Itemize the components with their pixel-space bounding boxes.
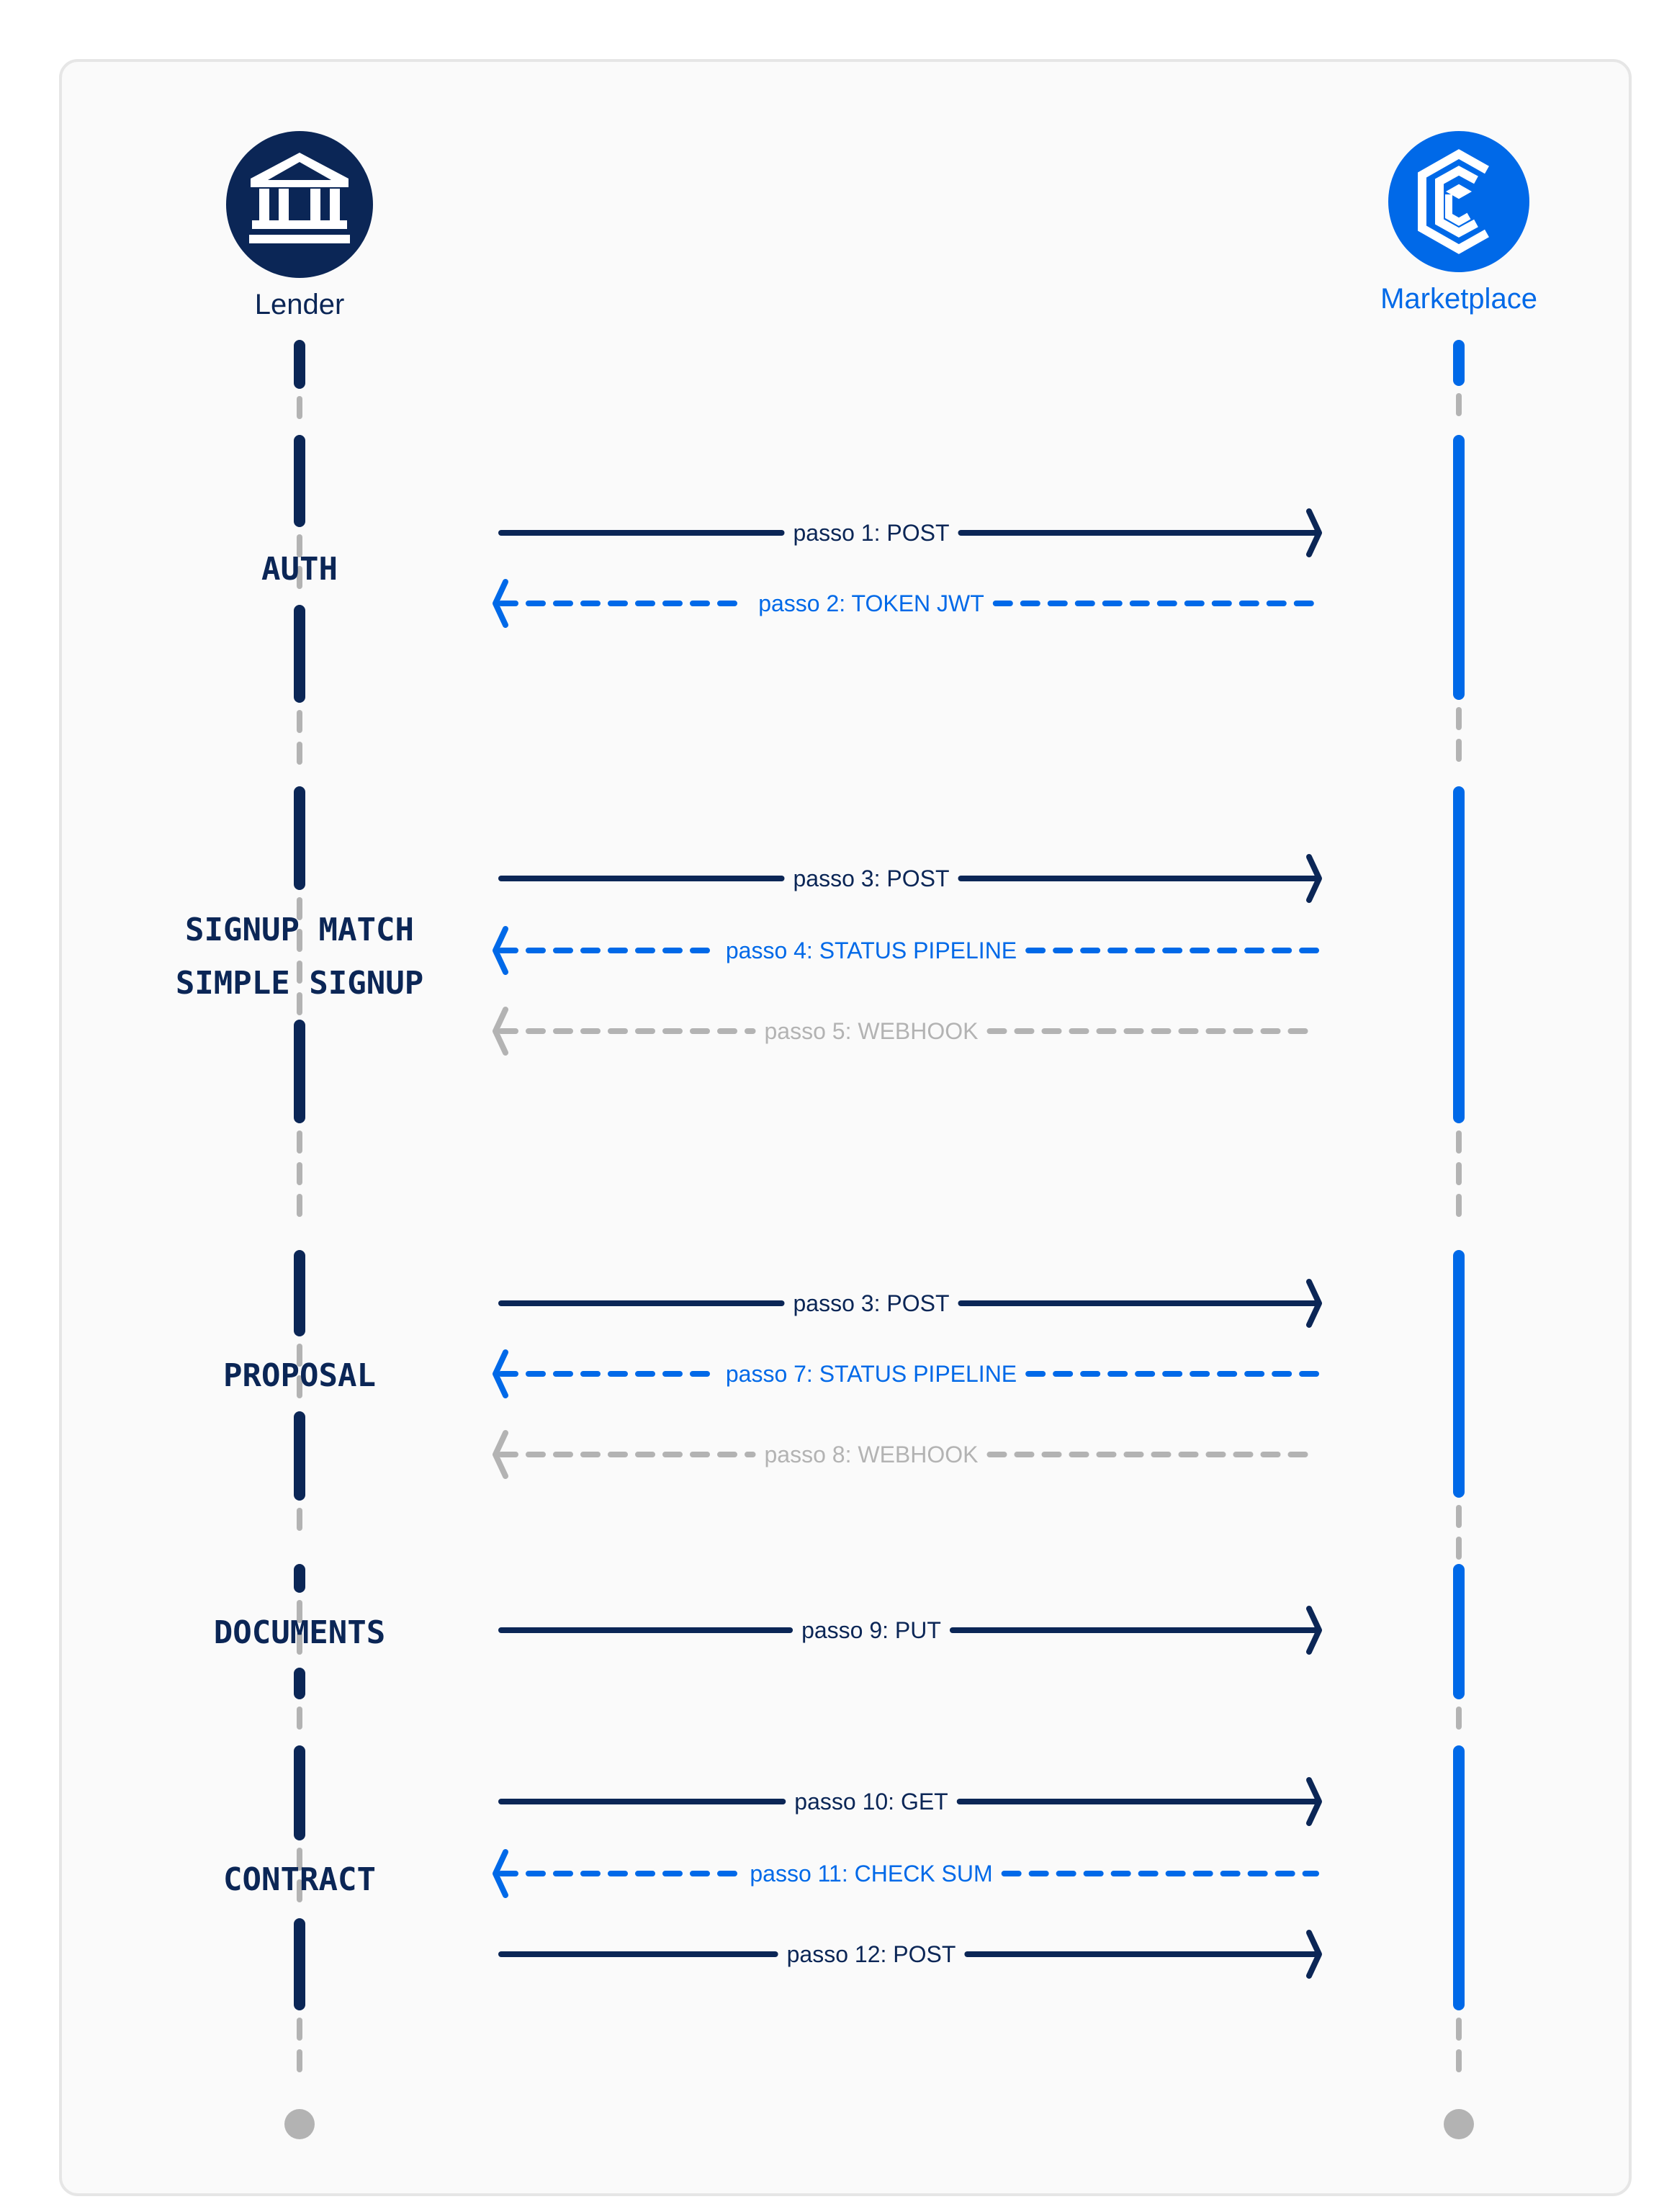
message-label: passo 5: WEBHOOK	[765, 1018, 979, 1044]
message-label: passo 9: PUT	[801, 1617, 941, 1643]
message-arrow: passo 10: GET	[498, 1777, 1322, 1826]
message-arrow: passo 3: POST	[498, 1279, 1322, 1328]
message-arrow: passo 2: TOKEN JWT	[493, 579, 1319, 628]
message-label: passo 11: CHECK SUM	[750, 1861, 992, 1887]
sequence-diagram: Lender Marketplace AUTH SIGNUP MATCH SIM…	[176, 131, 1537, 2139]
message-arrow: passo 12: POST	[498, 1930, 1322, 1979]
actor-marketplace: Marketplace	[1380, 131, 1537, 315]
message-arrow: passo 8: WEBHOOK	[493, 1430, 1319, 1479]
lifeline-end-dot-lender	[284, 2109, 315, 2139]
message-arrow: passo 11: CHECK SUM	[493, 1849, 1319, 1898]
message-label: passo 10: GET	[794, 1789, 948, 1815]
message-label: passo 1: POST	[793, 520, 950, 546]
message-arrow: passo 4: STATUS PIPELINE	[493, 926, 1319, 975]
message-arrow: passo 3: POST	[498, 854, 1322, 903]
message-arrow: passo 7: STATUS PIPELINE	[493, 1349, 1319, 1398]
message-arrow: passo 9: PUT	[498, 1606, 1322, 1655]
message-arrow: passo 5: WEBHOOK	[493, 1007, 1319, 1056]
actor-label-lender: Lender	[255, 289, 345, 320]
message-label: passo 12: POST	[787, 1941, 956, 1967]
lifeline-end-dot-marketplace	[1444, 2109, 1474, 2139]
section-label-contract: CONTRACT	[223, 1861, 376, 1898]
message-label: passo 8: WEBHOOK	[765, 1442, 979, 1467]
actor-label-marketplace: Marketplace	[1380, 283, 1537, 315]
message-arrow: passo 1: POST	[498, 508, 1322, 557]
message-label: passo 3: POST	[793, 866, 950, 891]
message-label: passo 2: TOKEN JWT	[758, 590, 984, 616]
section-label-signup-match: SIGNUP MATCH	[185, 912, 414, 948]
messages: passo 1: POST passo 2: TOKEN JWT passo 3: …	[493, 508, 1322, 1979]
section-label-documents: DOCUMENTS	[214, 1614, 385, 1651]
section-label-proposal: PROPOSAL	[223, 1357, 376, 1394]
message-label: passo 7: STATUS PIPELINE	[726, 1361, 1017, 1387]
actor-lender: Lender	[226, 131, 373, 320]
message-label: passo 4: STATUS PIPELINE	[726, 938, 1017, 963]
section-label-simple-signup: SIMPLE SIGNUP	[176, 965, 423, 1002]
message-label: passo 3: POST	[793, 1290, 950, 1316]
section-label-auth: AUTH	[261, 551, 338, 588]
